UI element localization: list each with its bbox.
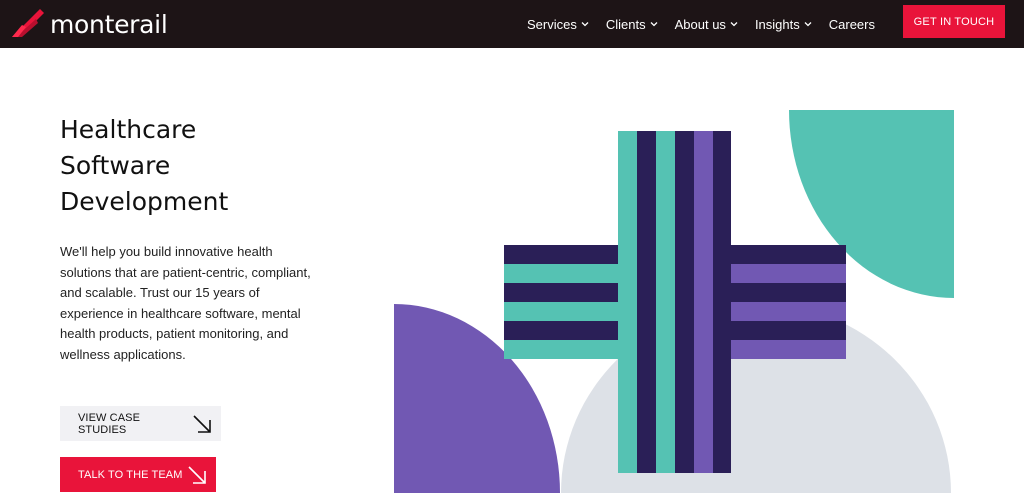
talk-to-the-team-button[interactable]: TALK TO THE TEAM <box>60 457 216 492</box>
nav-item-label: Insights <box>754 16 800 32</box>
nav-item-label: Services <box>527 16 577 32</box>
nav-item-label: Careers <box>828 16 875 32</box>
page-title: Healthcare Software Development <box>60 112 320 220</box>
title-line: Development <box>60 187 229 216</box>
nav-item-clients[interactable]: Clients <box>606 17 658 32</box>
button-label: TALK TO THE TEAM <box>78 468 183 481</box>
arrow-down-right-icon <box>193 414 211 433</box>
nav-item-insights[interactable]: Insights <box>755 17 812 32</box>
button-label: VIEW CASE STUDIES <box>78 411 141 436</box>
chevron-down-icon <box>730 22 738 27</box>
view-case-studies-button[interactable]: VIEW CASE STUDIES <box>60 406 221 441</box>
hero-description: We'll help you build innovative health s… <box>60 244 311 362</box>
nav-item-careers[interactable]: Careers <box>829 17 875 32</box>
logo-text: monterail <box>50 9 168 39</box>
monterail-wing-icon <box>12 9 44 37</box>
chevron-down-icon <box>581 22 589 27</box>
chevron-down-icon <box>804 22 812 27</box>
title-line: Healthcare <box>60 115 197 144</box>
title-line: Software <box>60 151 171 180</box>
healthcare-cross-illustration <box>394 110 954 493</box>
arrow-down-right-icon <box>188 465 206 484</box>
nav-item-about-us[interactable]: About us <box>675 17 738 32</box>
nav-item-label: About us <box>674 16 726 32</box>
main-nav: Services Clients About us Insights Caree… <box>527 0 892 48</box>
chevron-down-icon <box>650 22 658 27</box>
top-navigation-bar: monterail Services Clients About us Insi… <box>0 0 1024 48</box>
get-in-touch-button[interactable]: GET IN TOUCH <box>903 5 1005 38</box>
brand-logo[interactable]: monterail <box>10 7 168 41</box>
nav-item-services[interactable]: Services <box>527 17 589 32</box>
nav-item-label: Clients <box>605 16 646 32</box>
